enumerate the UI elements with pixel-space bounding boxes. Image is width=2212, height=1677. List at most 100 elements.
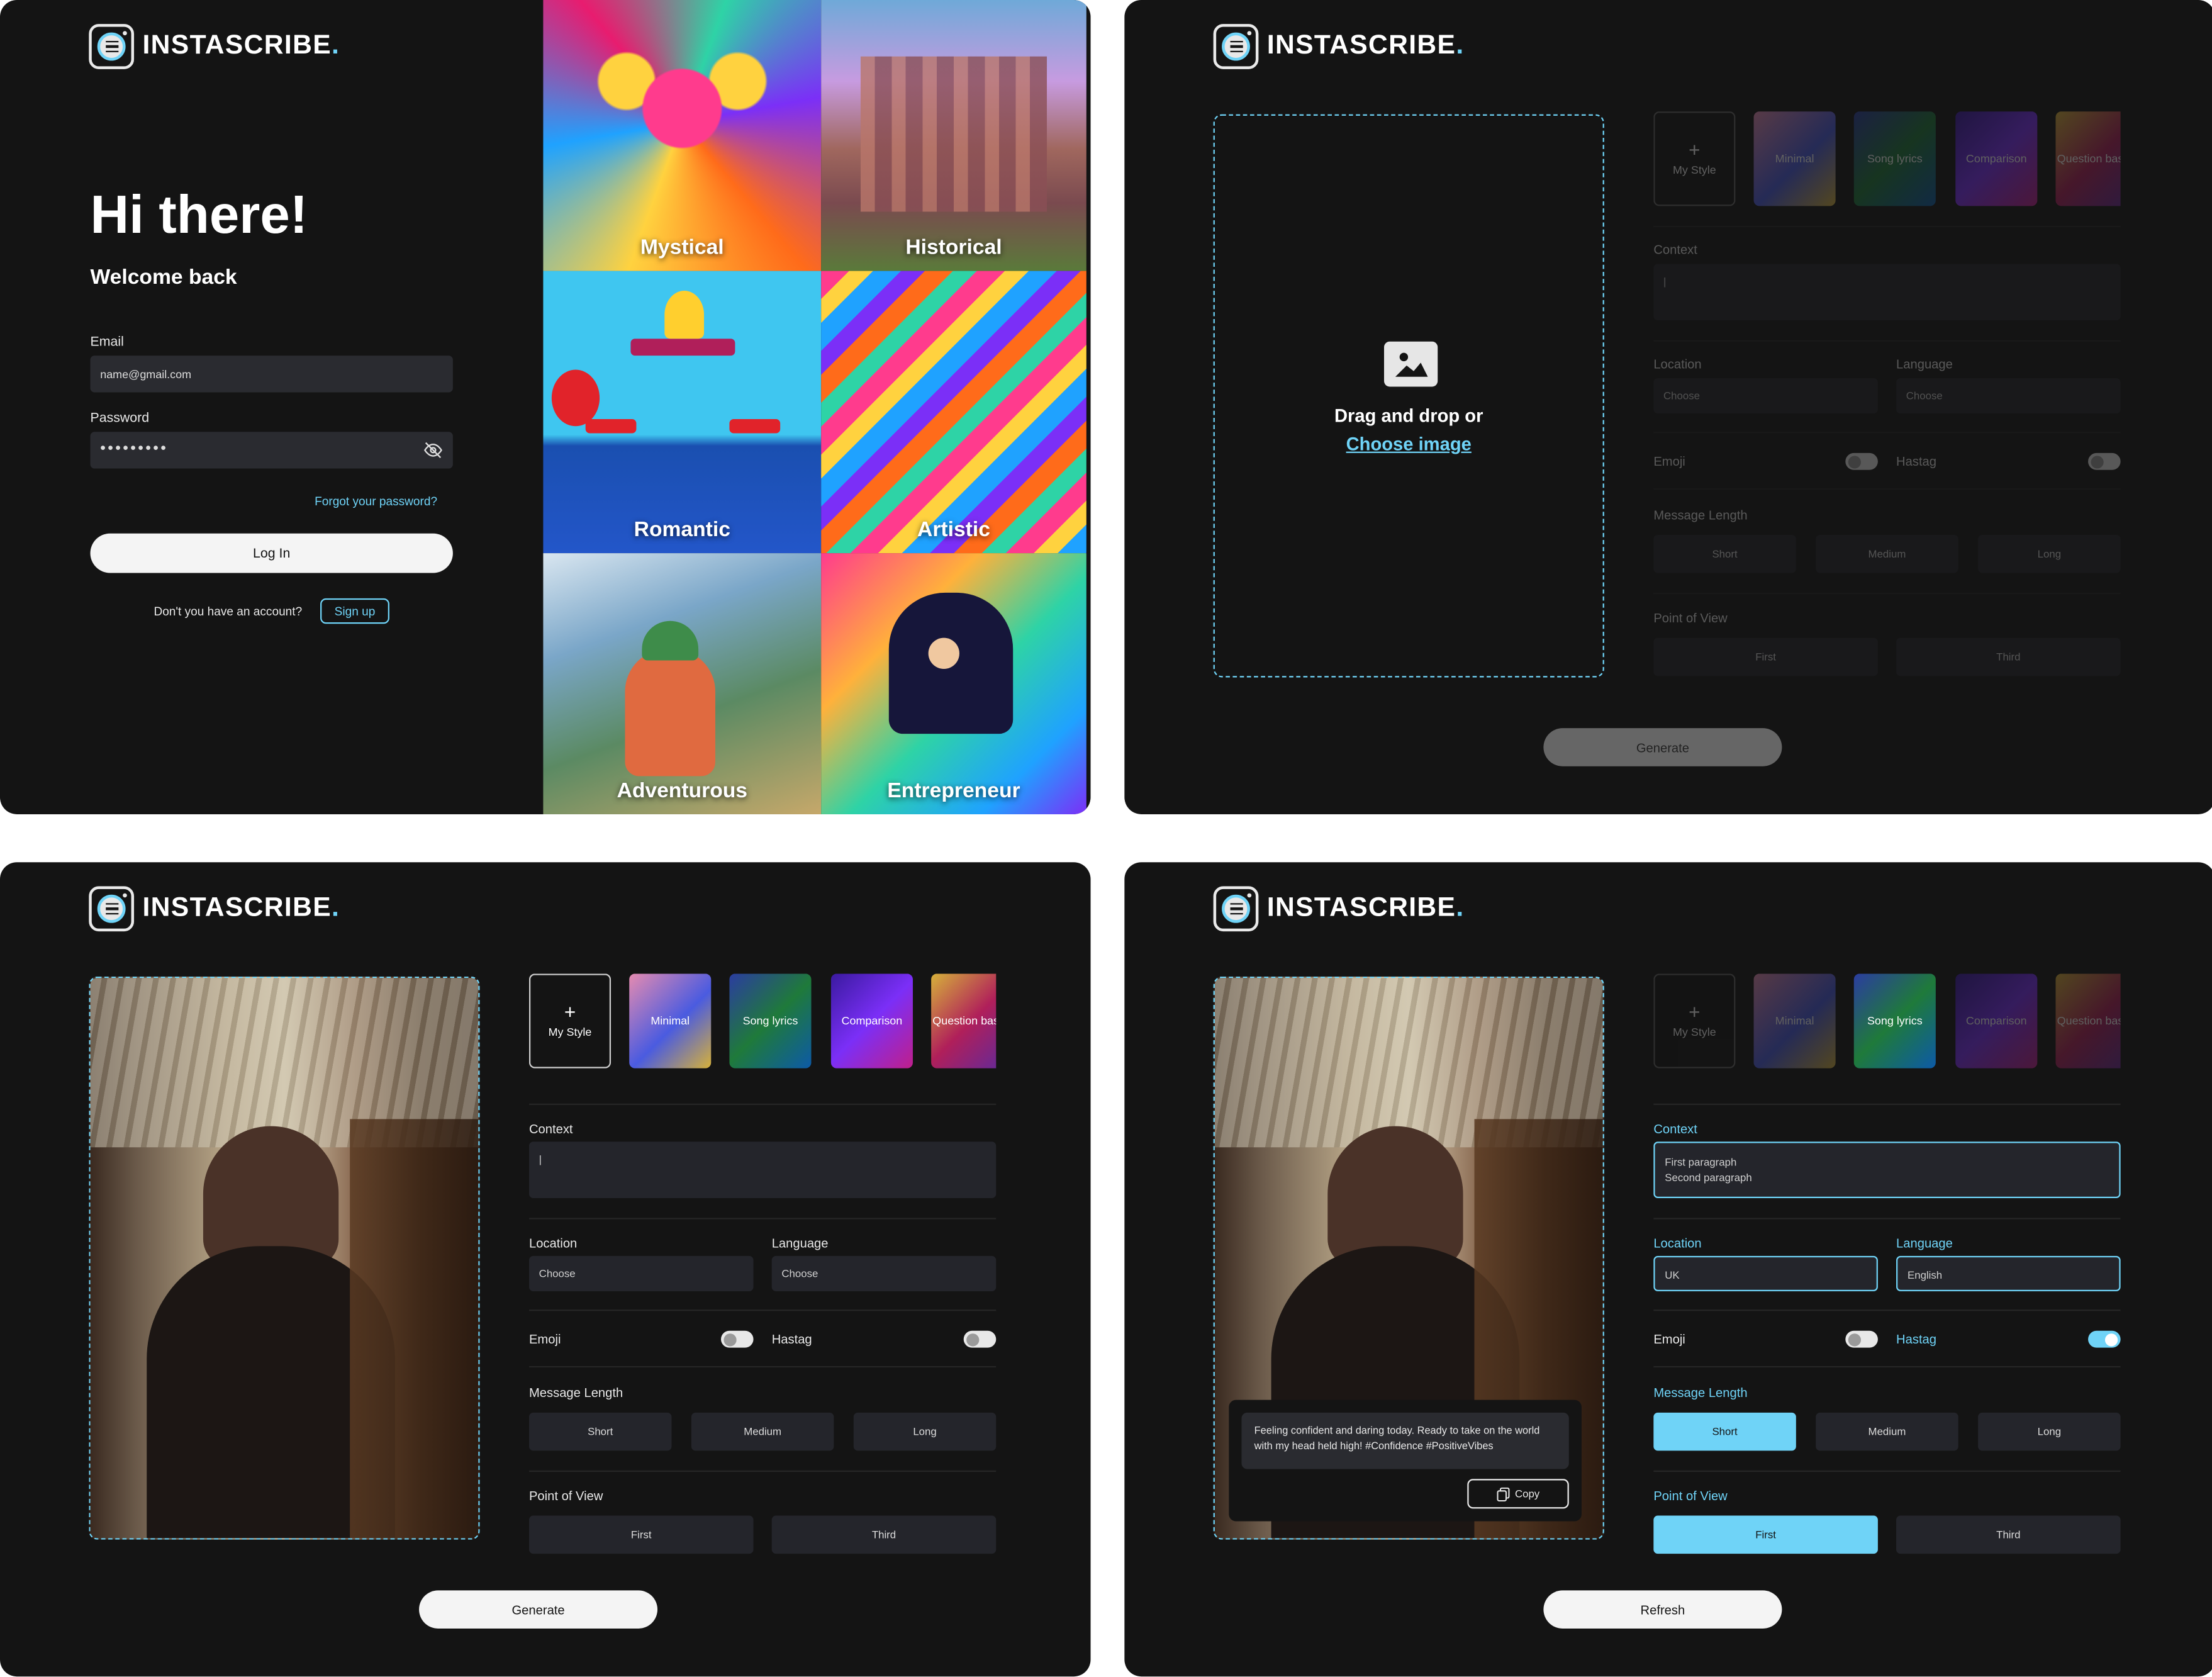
storefront-shape: [350, 1119, 479, 1539]
style-label: Comparison: [841, 1014, 903, 1027]
style-label: Question based: [932, 1014, 996, 1027]
context-field[interactable]: |: [1653, 264, 2121, 321]
my-style-card[interactable]: + My Style: [528, 973, 612, 1068]
context-line-2: Second paragraph: [1665, 1171, 1752, 1184]
pov-first-button[interactable]: First: [1653, 1515, 1878, 1554]
hashtag-label: Hastag: [1896, 1332, 1937, 1347]
context-field[interactable]: |: [528, 1141, 997, 1198]
language-select[interactable]: Choose: [771, 1255, 997, 1291]
hashtag-toggle[interactable]: [2088, 452, 2121, 470]
welcome-subtitle: Welcome back: [90, 265, 237, 289]
pov-third-button[interactable]: Third: [1896, 637, 2121, 676]
pov-first-button[interactable]: First: [528, 1515, 754, 1554]
style-tile-historical[interactable]: Historical: [821, 0, 1086, 271]
length-medium-button[interactable]: Medium: [691, 1412, 834, 1451]
brand-name: INSTASCRIBE: [142, 31, 332, 61]
location-select[interactable]: Choose: [1653, 378, 1878, 414]
my-style-card[interactable]: + My Style: [1653, 111, 1736, 206]
location-label: Location: [1653, 1236, 1702, 1250]
length-long-button[interactable]: Long: [853, 1412, 997, 1451]
no-account-text: Don't you have an account?: [154, 603, 303, 619]
refresh-button[interactable]: Refresh: [1543, 1590, 1782, 1629]
divider: [1653, 225, 2121, 228]
signup-button[interactable]: Sign up: [320, 598, 389, 624]
message-length-label: Message Length: [1653, 508, 1748, 522]
brand-dot: .: [1456, 893, 1465, 923]
style-card-song-lyrics-selected[interactable]: Song lyrics: [1853, 973, 1936, 1068]
length-long-button[interactable]: Long: [1978, 1412, 2121, 1451]
app-logo[interactable]: INSTASCRIBE.: [1213, 24, 1465, 69]
style-card-question-based[interactable]: Question based: [2055, 973, 2121, 1068]
style-card-question-based[interactable]: Question based: [2055, 111, 2121, 206]
style-label: Question based: [2057, 1014, 2121, 1027]
tile-label: Artistic: [917, 518, 990, 542]
hashtag-toggle[interactable]: [2088, 1330, 2121, 1348]
style-card-question-based[interactable]: Question based: [931, 973, 997, 1068]
choose-image-link[interactable]: Choose image: [1215, 433, 1603, 454]
emoji-toggle[interactable]: [1845, 452, 1878, 470]
language-select[interactable]: Choose: [1896, 378, 2121, 414]
emoji-toggle[interactable]: [720, 1330, 754, 1348]
tile-label: Mystical: [640, 235, 724, 260]
context-label: Context: [528, 1121, 573, 1136]
style-card-comparison[interactable]: Comparison: [830, 973, 913, 1068]
style-card-minimal[interactable]: Minimal: [1753, 973, 1836, 1068]
eye-off-icon[interactable]: [423, 440, 443, 460]
logo-icon: [1213, 24, 1259, 69]
login-button[interactable]: Log In: [90, 533, 453, 573]
style-tile-entrepreneur[interactable]: Entrepreneur: [821, 553, 1086, 814]
style-tile-adventurous[interactable]: Adventurous: [543, 553, 822, 814]
logo-icon: [1213, 886, 1259, 932]
length-short-button[interactable]: Short: [528, 1412, 672, 1451]
pov-first-button[interactable]: First: [1653, 637, 1878, 676]
location-label: Location: [528, 1236, 578, 1250]
context-field[interactable]: First paragraph Second paragraph: [1653, 1141, 2121, 1198]
style-tile-romantic[interactable]: Romantic: [543, 271, 822, 554]
style-tile-artistic[interactable]: Artistic: [821, 271, 1086, 554]
location-select[interactable]: Choose: [528, 1255, 754, 1291]
result-screen: INSTASCRIBE. Feeling confident and darin…: [1124, 862, 2212, 1677]
brand-dot: .: [331, 31, 340, 61]
divider: [528, 1470, 997, 1472]
style-card-comparison[interactable]: Comparison: [1955, 111, 2038, 206]
table-shape: [630, 339, 735, 356]
length-long-button[interactable]: Long: [1978, 534, 2121, 573]
plus-icon: +: [1689, 138, 1701, 162]
app-logo[interactable]: INSTASCRIBE.: [1213, 886, 1465, 932]
forgot-password-link[interactable]: Forgot your password?: [315, 494, 437, 508]
style-card-song-lyrics[interactable]: Song lyrics: [1853, 111, 1936, 206]
pov-third-button[interactable]: Third: [771, 1515, 997, 1554]
email-field[interactable]: name@gmail.com: [90, 356, 453, 393]
length-medium-button[interactable]: Medium: [1816, 534, 1958, 573]
app-logo[interactable]: INSTASCRIBE.: [89, 886, 340, 932]
chair-shape: [585, 419, 637, 434]
emoji-label: Emoji: [528, 1332, 561, 1347]
uploaded-photo[interactable]: [89, 976, 480, 1540]
length-short-button[interactable]: Short: [1653, 534, 1796, 573]
style-card-song-lyrics[interactable]: Song lyrics: [729, 973, 812, 1068]
my-style-card[interactable]: + My Style: [1653, 973, 1736, 1068]
style-tile-mystical[interactable]: Mystical: [543, 0, 822, 271]
length-short-button[interactable]: Short: [1653, 1412, 1796, 1451]
style-label: Minimal: [1775, 1014, 1814, 1027]
divider: [1653, 432, 2121, 434]
language-select[interactable]: English: [1896, 1255, 2121, 1291]
image-dropzone[interactable]: Drag and drop or Choose image: [1213, 114, 1604, 678]
length-medium-button[interactable]: Medium: [1816, 1412, 1958, 1451]
hashtag-toggle[interactable]: [963, 1330, 997, 1348]
style-card-comparison[interactable]: Comparison: [1955, 973, 2038, 1068]
plus-icon: +: [564, 1001, 576, 1024]
divider: [1653, 1103, 2121, 1105]
emoji-toggle[interactable]: [1845, 1330, 1878, 1348]
app-logo[interactable]: INSTASCRIBE.: [89, 24, 340, 69]
generate-button[interactable]: Generate: [1543, 728, 1782, 766]
backpack-shape: [625, 649, 715, 777]
generate-button[interactable]: Generate: [419, 1590, 658, 1629]
copy-button[interactable]: Copy: [1467, 1479, 1569, 1509]
password-field[interactable]: •••••••••: [90, 432, 453, 469]
style-card-minimal[interactable]: Minimal: [629, 973, 712, 1068]
location-select[interactable]: UK: [1653, 1255, 1878, 1291]
style-card-minimal[interactable]: Minimal: [1753, 111, 1836, 206]
divider: [1653, 340, 2121, 342]
pov-third-button[interactable]: Third: [1896, 1515, 2121, 1554]
